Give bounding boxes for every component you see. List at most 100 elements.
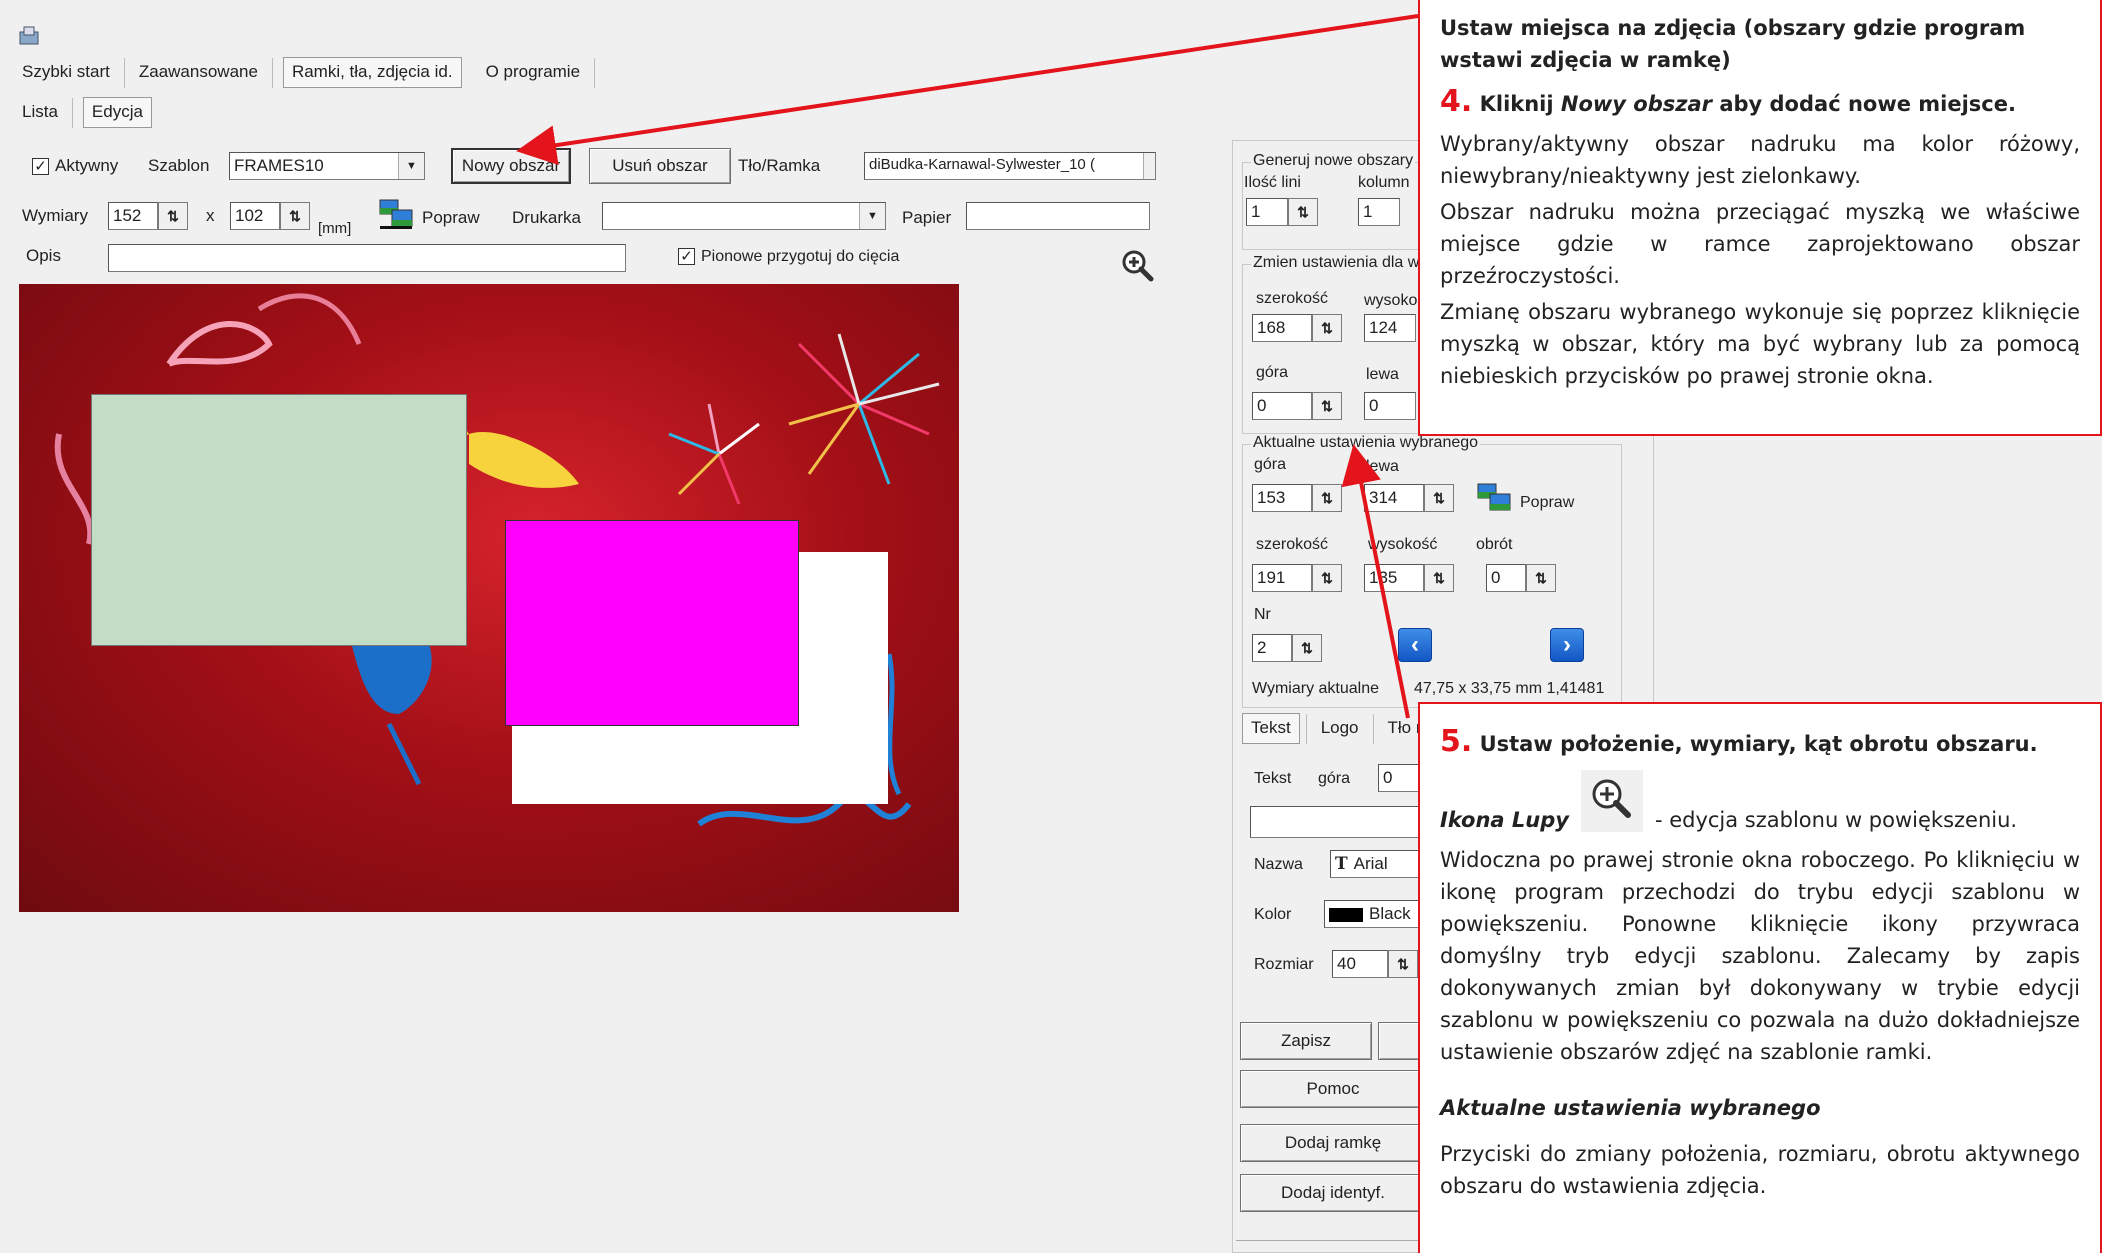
step-number: 5. — [1440, 724, 1473, 759]
zmien-lewa-label: lewa — [1366, 366, 1399, 383]
akt-lewa-input[interactable]: 314 — [1364, 484, 1424, 512]
akt-wysokosc-input[interactable]: 135 — [1364, 564, 1424, 592]
nr-spinner[interactable]: ⇅ — [1292, 634, 1322, 662]
akt-lewa-spinner[interactable]: ⇅ — [1424, 484, 1454, 512]
unit-label: [mm] — [318, 220, 352, 237]
tab-edycja[interactable]: Edycja — [82, 97, 152, 128]
akt-wysokosc-label: wysokość — [1368, 536, 1438, 553]
opis-input[interactable] — [108, 244, 626, 272]
prev-area-button[interactable]: ‹ — [1398, 628, 1432, 662]
annotation-bottom: 5. Ustaw położenie, wymiary, kąt obrotu … — [1418, 702, 2102, 1253]
step-text-em: Nowy obszar — [1560, 92, 1713, 116]
papier-input[interactable] — [966, 202, 1150, 230]
tekst-gora-label: góra — [1318, 770, 1351, 787]
kolor-value: Black — [1369, 904, 1411, 923]
akt-szerokosc-input[interactable]: 191 — [1252, 564, 1312, 592]
tab-ramki[interactable]: Ramki, tła, zdjęcia id. — [282, 57, 462, 88]
font-select[interactable]: T Arial — [1330, 850, 1422, 878]
akt-obrot-spinner[interactable]: ⇅ — [1526, 564, 1556, 592]
photo-area-2-selected[interactable] — [505, 520, 799, 726]
sub-tabs: Lista Edycja — [8, 96, 152, 128]
tlo-ramka-field[interactable]: diBudka-Karnawal-Sylwester_10 ( — [864, 152, 1156, 180]
ilosc-lini-label: Ilość lini — [1244, 174, 1301, 191]
opis-label: Opis — [26, 246, 61, 265]
papier-label: Papier — [902, 208, 952, 227]
tab-lista[interactable]: Lista — [8, 98, 73, 128]
annotation-top-heading: Ustaw miejsca na zdjęcia (obszary gdzie … — [1440, 16, 2026, 72]
pomoc-button[interactable]: Pomoc — [1240, 1070, 1426, 1108]
annotation-top-p3: Zmianę obszaru wybranego wykonuje się po… — [1440, 300, 2080, 388]
kolor-select[interactable]: Black — [1324, 900, 1422, 928]
zapisz-button[interactable]: Zapisz — [1240, 1022, 1372, 1060]
dodaj-ramke-button[interactable]: Dodaj ramkę — [1240, 1124, 1426, 1162]
szerokosc-label: szerokość — [1256, 290, 1329, 307]
app-icon — [18, 24, 42, 46]
zmien-szerokosc-input[interactable]: 168 — [1252, 314, 1312, 342]
akt-gora-spinner[interactable]: ⇅ — [1312, 484, 1342, 512]
zmien-gora-spinner[interactable]: ⇅ — [1312, 392, 1342, 420]
tekst-input[interactable] — [1250, 806, 1422, 838]
generuj-title: Generuj nowe obszary — [1251, 152, 1416, 170]
zmien-wysokosc-input[interactable]: 124 — [1364, 314, 1416, 342]
chevron-right-icon: › — [1563, 631, 1571, 658]
nowy-obszar-button[interactable]: Nowy obszar — [451, 148, 571, 184]
szablon-value: FRAMES10 — [234, 156, 324, 175]
kolor-label: Kolor — [1254, 906, 1292, 923]
next-area-button[interactable]: › — [1550, 628, 1584, 662]
ellipsis-icon — [1143, 153, 1155, 179]
width-input[interactable]: 152 — [108, 202, 158, 230]
annotation-top-p2: Obszar nadruku można przeciągać myszką w… — [1440, 200, 2080, 288]
drukarka-label: Drukarka — [512, 208, 581, 227]
akt-obrot-input[interactable]: 0 — [1486, 564, 1526, 592]
kolumn-input[interactable]: 1 — [1358, 198, 1400, 226]
image-edit-icon[interactable] — [378, 198, 418, 230]
tlo-value: diBudka-Karnawal-Sylwester_10 ( — [869, 156, 1095, 173]
tab-zaawansowane[interactable]: Zaawansowane — [125, 58, 273, 88]
akt-popraw-link[interactable]: Popraw — [1520, 494, 1574, 512]
annotation-top-p1: Wybrany/aktywny obszar nadruku ma kolor … — [1440, 132, 2080, 188]
pionowe-checkbox[interactable]: ✓ Pionowe przygotuj do cięcia — [678, 248, 899, 266]
ilosc-lini-spinner[interactable]: ⇅ — [1288, 198, 1318, 226]
zmien-szerokosc-spinner[interactable]: ⇅ — [1312, 314, 1342, 342]
rozmiar-spinner[interactable]: ⇅ — [1388, 950, 1418, 978]
rozmiar-label: Rozmiar — [1254, 956, 1314, 973]
text-logo-tabs: Tekst Logo Tło r — [1242, 708, 1437, 744]
szablon-select[interactable]: FRAMES10 ▼ — [229, 152, 425, 180]
akt-wysokosc-spinner[interactable]: ⇅ — [1424, 564, 1454, 592]
lupa-desc: - edycja szablonu w powiększeniu. — [1654, 808, 2018, 832]
wymiary-aktualne-value: 47,75 x 33,75 mm 1,41481 — [1414, 680, 1605, 697]
rozmiar-input[interactable]: 40 — [1332, 950, 1388, 978]
tab-o-programie[interactable]: O programie — [472, 58, 596, 88]
drukarka-select[interactable]: ▼ — [602, 202, 886, 230]
kolumn-label: kolumn — [1358, 174, 1410, 191]
akt-szerokosc-spinner[interactable]: ⇅ — [1312, 564, 1342, 592]
tab-logo[interactable]: Logo — [1305, 714, 1374, 744]
dodaj-identyf-button[interactable]: Dodaj identyf. — [1240, 1174, 1426, 1212]
tekst-gora-input[interactable]: 0 — [1378, 764, 1420, 792]
color-swatch — [1329, 907, 1363, 922]
popraw-link[interactable]: Popraw — [422, 208, 480, 228]
chevron-left-icon: ‹ — [1411, 631, 1419, 658]
aktywny-checkbox[interactable]: ✓ Aktywny — [32, 156, 118, 176]
zmien-gora-input[interactable]: 0 — [1252, 392, 1312, 420]
aktualne-heading-text: Aktualne ustawienia wybranego — [1440, 1096, 1821, 1120]
tab-szybki-start[interactable]: Szybki start — [8, 58, 125, 88]
image-edit-icon[interactable] — [1476, 482, 1516, 514]
ilosc-lini-input[interactable]: 1 — [1246, 198, 1288, 226]
main-tabs: Szybki start Zaawansowane Ramki, tła, zd… — [8, 56, 596, 88]
photo-area-1[interactable] — [91, 394, 467, 646]
step-number: 4. — [1440, 84, 1473, 119]
usun-obszar-button[interactable]: Usuń obszar — [589, 148, 731, 184]
width-spinner[interactable]: ⇅ — [158, 202, 188, 230]
zoom-in-icon[interactable] — [1120, 248, 1156, 284]
akt-lewa-label: lewa — [1366, 458, 1399, 475]
height-spinner[interactable]: ⇅ — [280, 202, 310, 230]
nr-input[interactable]: 2 — [1252, 634, 1292, 662]
akt-gora-input[interactable]: 153 — [1252, 484, 1312, 512]
chevron-down-icon: ▼ — [398, 153, 424, 179]
zmien-lewa-input[interactable]: 0 — [1364, 392, 1416, 420]
annotation-bottom-p1: Widoczna po prawej stronie okna roboczeg… — [1440, 848, 2080, 1064]
template-canvas[interactable] — [19, 284, 959, 912]
height-input[interactable]: 102 — [230, 202, 280, 230]
tab-tekst[interactable]: Tekst — [1242, 713, 1300, 744]
